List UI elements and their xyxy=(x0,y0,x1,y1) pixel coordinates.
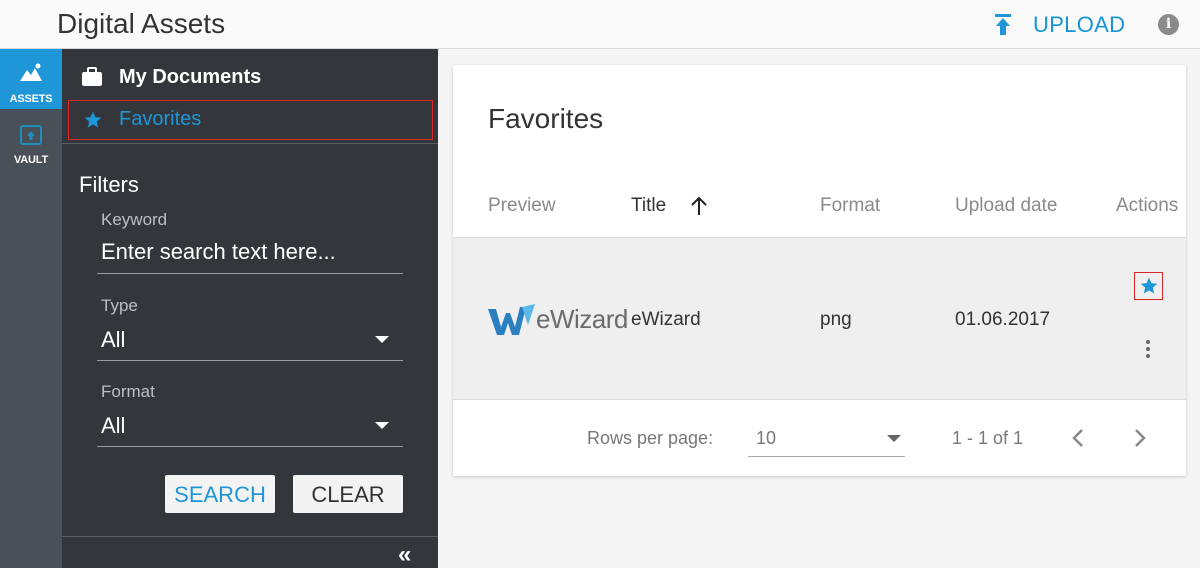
nav-label: Favorites xyxy=(119,108,202,130)
side-panel: My Documents Favorites Filters Keyword E… xyxy=(62,49,438,568)
cell-upload-date: 01.06.2017 xyxy=(955,309,1051,330)
rail-item-label: ASSETS xyxy=(9,93,53,105)
preview-thumbnail[interactable]: eWizard xyxy=(488,301,628,337)
rows-per-page-underline xyxy=(748,456,905,457)
clear-button[interactable]: CLEAR xyxy=(293,475,403,513)
star-icon xyxy=(1140,277,1158,294)
divider xyxy=(453,399,1186,400)
cell-format: png xyxy=(820,309,852,330)
preview-logo-text: eWizard xyxy=(536,304,628,334)
column-header-actions: Actions xyxy=(1116,195,1179,216)
page-title: Favorites xyxy=(488,103,604,134)
rail-item-assets[interactable]: ASSETS xyxy=(0,49,62,109)
collapse-panel-icon[interactable]: « xyxy=(398,541,411,568)
chevron-left-icon[interactable] xyxy=(1068,425,1088,451)
search-button[interactable]: SEARCH xyxy=(165,475,275,513)
chevron-down-icon[interactable] xyxy=(375,422,389,429)
type-underline xyxy=(97,360,403,361)
column-header-upload-date: Upload date xyxy=(955,195,1058,216)
app-header: Digital Assets UPLOAD i xyxy=(0,0,1200,49)
module-rail: ASSETS VAULT xyxy=(0,49,62,568)
rail-item-label: VAULT xyxy=(13,154,49,166)
divider xyxy=(62,536,438,537)
keyword-input[interactable]: Enter search text here... xyxy=(101,239,336,265)
divider xyxy=(62,143,438,144)
favorites-card: Favorites Preview Title Format Upload da… xyxy=(453,65,1186,476)
mountains-icon xyxy=(20,63,42,81)
chevron-down-icon[interactable] xyxy=(887,435,901,442)
ewizard-logo-icon xyxy=(488,304,535,335)
keyword-underline xyxy=(97,273,403,274)
pagination-range: 1 - 1 of 1 xyxy=(952,428,1024,448)
more-vert-icon[interactable] xyxy=(1145,340,1151,360)
rows-per-page-select[interactable]: 10 xyxy=(756,428,776,449)
format-underline xyxy=(97,446,403,447)
column-header-format: Format xyxy=(820,195,881,216)
cell-title: eWizard xyxy=(631,309,701,330)
type-label: Type xyxy=(101,296,138,315)
keyword-label: Keyword xyxy=(101,210,168,229)
rail-item-vault[interactable]: VAULT xyxy=(0,109,62,169)
table-row[interactable]: eWizard eWizard png 01.06.2017 xyxy=(453,238,1186,399)
filters-title: Filters xyxy=(79,172,139,197)
upload-icon xyxy=(995,14,1011,35)
format-label: Format xyxy=(101,382,155,401)
info-icon[interactable]: i xyxy=(1158,14,1179,35)
sort-ascending-icon[interactable] xyxy=(690,196,708,216)
rows-per-page-label: Rows per page: xyxy=(587,428,714,448)
chevron-down-icon[interactable] xyxy=(375,336,389,343)
column-header-preview: Preview xyxy=(488,195,556,216)
vault-icon xyxy=(20,125,42,145)
favorite-toggle-button[interactable] xyxy=(1134,272,1163,300)
type-select[interactable]: All xyxy=(101,327,125,353)
upload-label: UPLOAD xyxy=(1033,12,1126,37)
star-icon xyxy=(84,111,102,128)
format-select[interactable]: All xyxy=(101,413,125,439)
briefcase-icon xyxy=(82,67,102,86)
nav-label: My Documents xyxy=(119,66,262,88)
nav-favorites[interactable]: Favorites xyxy=(68,100,433,140)
column-header-title[interactable]: Title xyxy=(631,195,666,217)
app-title: Digital Assets xyxy=(57,8,226,39)
upload-button[interactable]: UPLOAD xyxy=(993,9,1125,41)
chevron-right-icon[interactable] xyxy=(1130,425,1150,451)
nav-my-documents[interactable]: My Documents xyxy=(62,58,438,96)
